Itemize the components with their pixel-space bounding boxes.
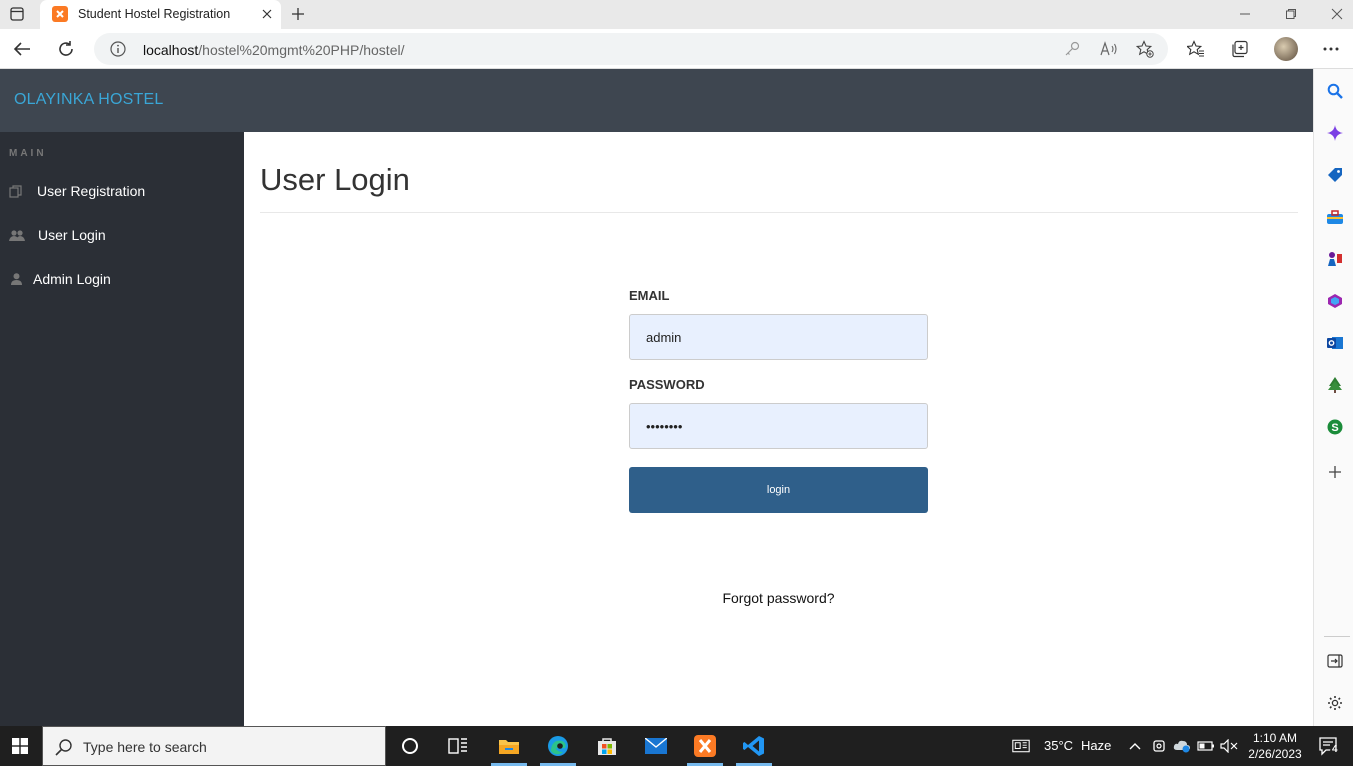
windows-start-icon[interactable]: [0, 726, 40, 766]
more-options-icon[interactable]: [1320, 38, 1342, 60]
page-title: User Login: [260, 162, 410, 197]
hide-sidebar-icon[interactable]: [1326, 652, 1344, 670]
clock-date: 2/26/2023: [1248, 747, 1302, 761]
chevron-up-icon[interactable]: [1126, 737, 1144, 755]
sidebar-item-label: User Login: [38, 227, 106, 243]
refresh-icon[interactable]: [54, 38, 78, 60]
volume-muted-icon[interactable]: [1220, 737, 1238, 755]
outlook-icon[interactable]: [1326, 334, 1344, 352]
games-icon[interactable]: [1326, 250, 1344, 268]
browser-toolbar: localhost/hostel%20mgmt%20PHP/hostel/: [0, 29, 1353, 69]
copilot-sparkle-icon[interactable]: [1326, 124, 1344, 142]
users-icon: [9, 228, 25, 242]
add-icon[interactable]: [1326, 463, 1344, 481]
tree-icon[interactable]: [1326, 376, 1344, 394]
tab-actions-icon[interactable]: [6, 4, 28, 24]
microsoft-store-icon[interactable]: [593, 732, 621, 760]
tab-close-icon[interactable]: [258, 5, 276, 23]
file-explorer-icon[interactable]: [495, 732, 523, 760]
notification-count: 4: [1332, 744, 1338, 755]
url-text: localhost/hostel%20mgmt%20PHP/hostel/: [143, 42, 404, 58]
close-window-icon[interactable]: [1326, 4, 1348, 24]
email-field[interactable]: [629, 314, 928, 360]
sidebar-item-label: Admin Login: [33, 271, 111, 287]
shopping-tag-icon[interactable]: [1326, 166, 1344, 184]
site-brand[interactable]: OLAYINKA HOSTEL: [14, 91, 163, 109]
weather-news-icon[interactable]: [1012, 737, 1030, 755]
sidebar-item-admin-login[interactable]: Admin Login: [0, 261, 244, 297]
sidebar-item-label: User Registration: [37, 183, 146, 199]
search-icon[interactable]: [1326, 82, 1344, 100]
new-tab-icon[interactable]: [288, 4, 308, 24]
read-aloud-icon[interactable]: [1100, 40, 1118, 58]
user-icon: [9, 272, 23, 286]
url-host: localhost: [143, 42, 199, 58]
weather-temp: 35°C: [1044, 738, 1074, 753]
xampp-favicon-icon: [52, 6, 68, 22]
title-divider: [260, 212, 1298, 213]
search-icon: [55, 739, 72, 756]
weather-desc: Haze: [1081, 738, 1112, 753]
back-icon[interactable]: [10, 38, 34, 60]
sidebar-divider: [1324, 636, 1350, 637]
cortana-icon[interactable]: [396, 732, 424, 760]
restore-icon[interactable]: [1280, 4, 1302, 24]
password-key-icon[interactable]: [1063, 40, 1081, 58]
vscode-icon[interactable]: [740, 732, 768, 760]
main-content: User Login EMAIL PASSWORD login Forgot p…: [244, 132, 1313, 726]
sidebar-item-user-registration[interactable]: User Registration: [0, 173, 244, 209]
address-bar[interactable]: localhost/hostel%20mgmt%20PHP/hostel/: [94, 33, 1168, 65]
meet-now-icon[interactable]: [1150, 737, 1168, 755]
url-path: /hostel%20mgmt%20PHP/hostel/: [198, 42, 405, 58]
favorites-icon[interactable]: [1185, 38, 1207, 60]
add-favorite-icon[interactable]: [1136, 40, 1154, 58]
onedrive-sync-icon[interactable]: [1173, 737, 1191, 755]
minimize-icon[interactable]: [1234, 4, 1256, 24]
task-view-icon[interactable]: [444, 732, 472, 760]
browser-tab-bar: Student Hostel Registration: [0, 0, 1353, 29]
web-page: OLAYINKA HOSTEL MAIN User Registration U…: [0, 69, 1313, 726]
password-label: PASSWORD: [629, 377, 705, 392]
tools-icon[interactable]: [1326, 208, 1344, 226]
site-sidebar: MAIN User Registration User Login Admin …: [0, 132, 244, 726]
office-icon[interactable]: [1326, 292, 1344, 310]
login-button[interactable]: login: [629, 467, 928, 513]
email-label: EMAIL: [629, 288, 670, 303]
sidebar-heading: MAIN: [9, 148, 47, 159]
forgot-password-link[interactable]: Forgot password?: [629, 590, 928, 606]
tab-title: Student Hostel Registration: [78, 7, 231, 21]
taskbar-search-input[interactable]: Type here to search: [42, 726, 386, 766]
settings-gear-icon[interactable]: [1326, 694, 1344, 712]
site-info-icon[interactable]: [110, 41, 126, 57]
clock-time: 1:10 AM: [1252, 731, 1298, 745]
password-field[interactable]: [629, 403, 928, 449]
search-placeholder: Type here to search: [83, 739, 207, 755]
battery-icon[interactable]: [1197, 737, 1215, 755]
browser-tab[interactable]: Student Hostel Registration: [40, 0, 281, 29]
svg-text:S: S: [1331, 422, 1338, 434]
site-header: OLAYINKA HOSTEL: [0, 69, 1313, 132]
sidebar-item-user-login[interactable]: User Login: [0, 217, 244, 253]
profile-avatar[interactable]: [1274, 37, 1298, 61]
mail-icon[interactable]: [642, 732, 670, 760]
collections-icon[interactable]: [1229, 38, 1251, 60]
windows-taskbar: Type here to search 35°C Haze 1:10 AM 2/…: [0, 726, 1353, 766]
taskbar-clock[interactable]: 1:10 AM 2/26/2023: [1240, 730, 1310, 762]
xampp-icon[interactable]: [691, 732, 719, 760]
notification-center-icon[interactable]: 4: [1318, 736, 1340, 756]
files-icon: [9, 184, 23, 198]
weather-widget[interactable]: 35°C Haze: [1044, 738, 1111, 753]
edge-sidebar: S: [1313, 69, 1353, 726]
edge-browser-icon[interactable]: [544, 732, 572, 760]
skype-icon[interactable]: S: [1326, 418, 1344, 436]
